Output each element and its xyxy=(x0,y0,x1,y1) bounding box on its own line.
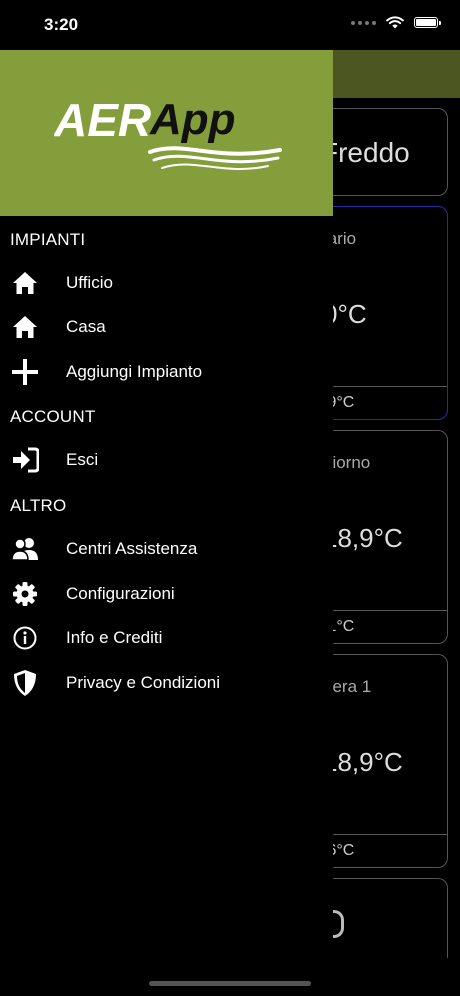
menu-item-privacy-condizioni[interactable]: Privacy e Condizioni xyxy=(0,663,333,703)
signal-icon xyxy=(351,20,376,25)
logout-icon xyxy=(10,445,40,475)
menu-item-casa[interactable]: Casa xyxy=(0,307,333,347)
menu-item-label: Ufficio xyxy=(66,273,113,292)
room-temperature: 18,9°C xyxy=(323,747,403,777)
aerapp-logo: AER App xyxy=(54,94,282,170)
battery-icon xyxy=(414,17,441,28)
info-icon xyxy=(10,623,40,653)
menu-item-label: Casa xyxy=(66,317,106,336)
section-impianti: IMPIANTI xyxy=(10,230,86,249)
home-indicator[interactable] xyxy=(149,981,311,986)
home-icon xyxy=(10,312,40,342)
logo-suffix: App xyxy=(149,95,236,144)
home-icon xyxy=(10,268,40,298)
status-time: 3:20 xyxy=(44,15,79,34)
people-icon xyxy=(10,534,40,564)
section-altro: ALTRO xyxy=(10,496,67,515)
menu-item-aggiungi-impianto[interactable]: Aggiungi Impianto xyxy=(0,352,333,392)
menu-item-label: Info e Crediti xyxy=(66,628,163,647)
section-account: ACCOUNT xyxy=(10,407,96,426)
mode-label: Freddo xyxy=(321,137,410,168)
shield-icon xyxy=(10,668,40,698)
menu-item-label: Esci xyxy=(66,450,99,469)
room-temperature: 18,9°C xyxy=(323,523,403,553)
menu-item-ufficio[interactable]: Ufficio xyxy=(0,263,333,303)
menu-item-configurazioni[interactable]: Configurazioni xyxy=(0,574,333,614)
plus-icon xyxy=(10,357,40,387)
status-indicators xyxy=(351,16,441,29)
menu-item-label: Configurazioni xyxy=(66,584,175,603)
menu-item-info-crediti[interactable]: Info e Crediti xyxy=(0,618,333,658)
menu-item-label: Aggiungi Impianto xyxy=(66,362,203,381)
drawer-header: AER App xyxy=(0,50,333,216)
status-bar: 3:20 xyxy=(0,0,460,50)
app-header xyxy=(333,50,460,98)
logo-brand: AER xyxy=(54,94,151,146)
gear-icon xyxy=(10,579,40,609)
menu-item-esci[interactable]: Esci xyxy=(0,440,333,480)
menu-item-label: Centri Assistenza xyxy=(66,539,198,558)
side-drawer: AER App IMPIANTI Ufficio Casa Aggiungi I… xyxy=(0,50,333,996)
wifi-icon xyxy=(386,16,404,29)
menu-item-centri-assistenza[interactable]: Centri Assistenza xyxy=(0,529,333,569)
menu-item-label: Privacy e Condizioni xyxy=(66,673,221,692)
